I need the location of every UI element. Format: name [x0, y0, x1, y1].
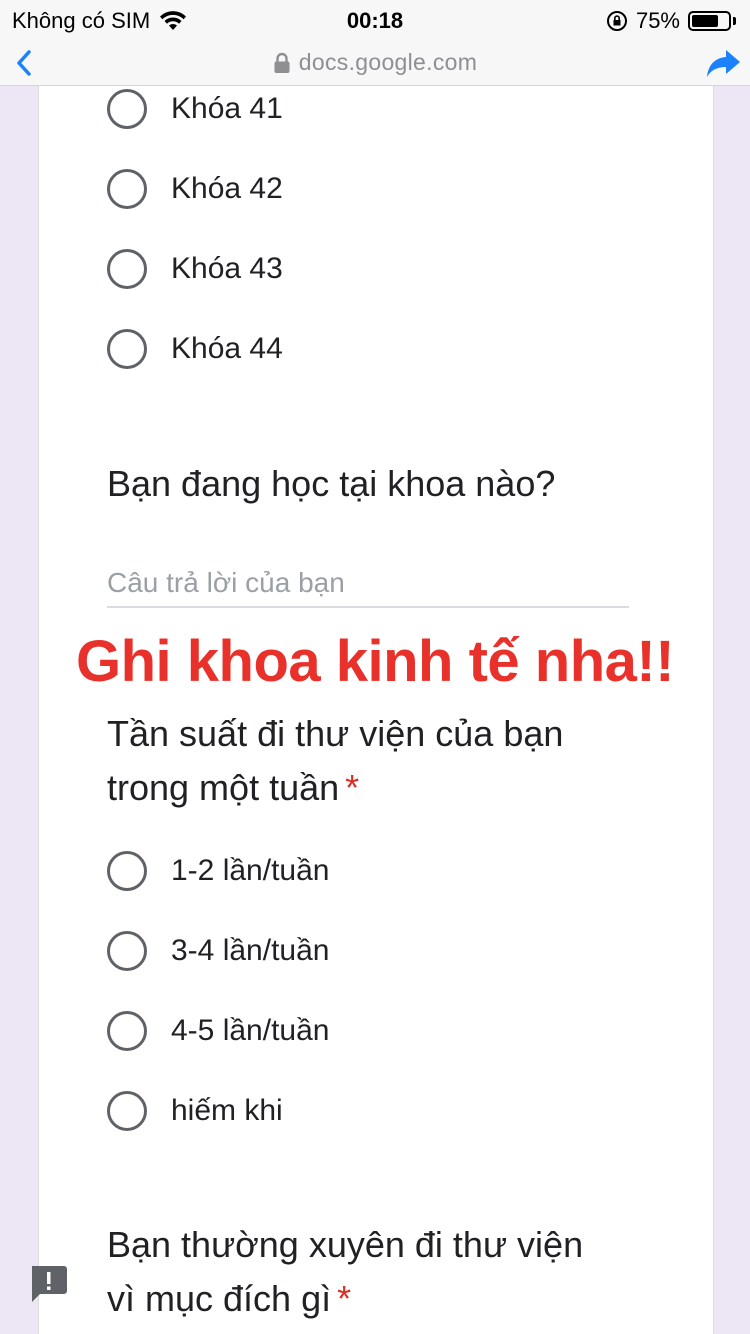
- faculty-answer-input[interactable]: [107, 560, 629, 608]
- purpose-question-line1: Bạn thường xuyên đi thư viện: [107, 1224, 584, 1265]
- radio-label: Khóa 42: [171, 172, 283, 205]
- radio-label: 4-5 lần/tuần: [171, 1014, 330, 1047]
- radio-button[interactable]: [107, 329, 147, 369]
- radio-label: hiếm khi: [171, 1094, 283, 1127]
- radio-button[interactable]: [107, 249, 147, 289]
- radio-label: Khóa 41: [171, 92, 283, 125]
- share-arrow-icon[interactable]: [704, 44, 742, 82]
- frequency-question: Tần suất đi thư viện của bạn trong một t…: [107, 707, 667, 815]
- radio-button[interactable]: [107, 169, 147, 209]
- frequency-question-line2: trong một tuần: [107, 767, 340, 808]
- radio-option-khoa-43[interactable]: Khóa 43: [107, 249, 283, 289]
- browser-nav-bar: docs.google.com: [0, 40, 750, 86]
- radio-button[interactable]: [107, 1011, 147, 1051]
- status-right: 75%: [606, 8, 736, 34]
- radio-option-khoa-42[interactable]: Khóa 42: [107, 169, 283, 209]
- radio-option-khoa-44[interactable]: Khóa 44: [107, 329, 283, 369]
- padlock-icon: [274, 52, 290, 73]
- form-card: Khóa 41 Khóa 42 Khóa 43 Khóa 44 Bạn đang…: [38, 86, 714, 1334]
- purpose-question: Bạn thường xuyên đi thư viện vì mục đích…: [107, 1218, 667, 1326]
- radio-option-khoa-41[interactable]: Khóa 41: [107, 89, 283, 129]
- radio-label: Khóa 44: [171, 332, 283, 365]
- radio-label: 3-4 lần/tuần: [171, 934, 330, 967]
- radio-label: 1-2 lần/tuần: [171, 854, 330, 887]
- battery-percent: 75%: [635, 8, 680, 33]
- rotation-lock-icon: [606, 11, 627, 31]
- radio-option-rarely[interactable]: hiếm khi: [107, 1091, 283, 1131]
- radio-option-1-2[interactable]: 1-2 lần/tuần: [107, 851, 329, 891]
- required-asterisk: *: [337, 1278, 352, 1319]
- radio-button[interactable]: [107, 89, 147, 129]
- overlay-annotation: Ghi khoa kinh tế nha!!: [75, 629, 675, 694]
- radio-option-4-5[interactable]: 4-5 lần/tuần: [107, 1011, 329, 1051]
- radio-button[interactable]: [107, 931, 147, 971]
- frequency-question-line1: Tần suất đi thư viện của bạn: [107, 713, 564, 754]
- faculty-question: Bạn đang học tại khoa nào?: [107, 463, 556, 504]
- purpose-question-line2: vì mục đích gì: [107, 1278, 332, 1319]
- required-asterisk: *: [345, 767, 360, 808]
- battery-icon: [688, 10, 736, 32]
- report-feedback-icon[interactable]: [28, 1264, 68, 1304]
- url-text: docs.google.com: [298, 49, 478, 75]
- radio-button[interactable]: [107, 851, 147, 891]
- address-bar[interactable]: docs.google.com: [0, 49, 750, 76]
- radio-label: Khóa 43: [171, 252, 283, 285]
- status-bar: Không có SIM 00:18 75%: [0, 0, 750, 40]
- radio-button[interactable]: [107, 1091, 147, 1131]
- radio-option-3-4[interactable]: 3-4 lần/tuần: [107, 931, 329, 971]
